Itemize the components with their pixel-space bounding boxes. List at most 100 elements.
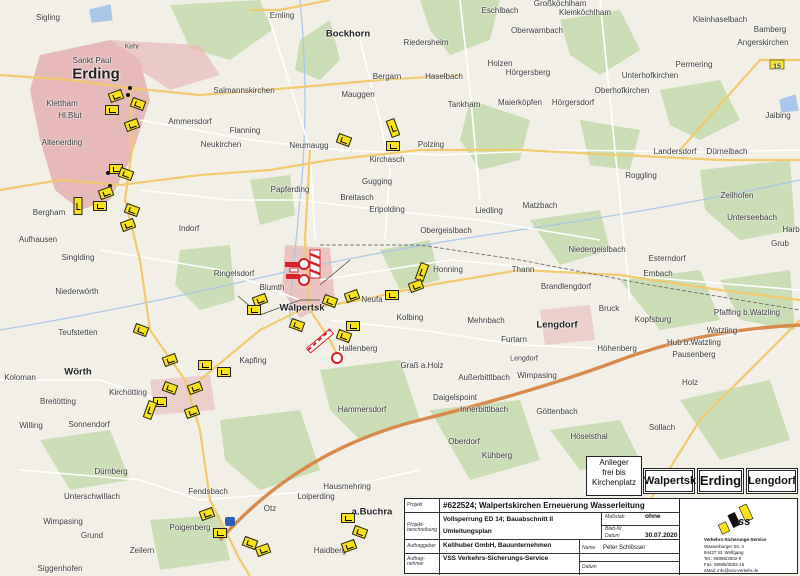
projekt-value: #622524; Walpertskirchen Erneuerung Wass… xyxy=(443,501,645,510)
place-label-altenerding: Altenerding xyxy=(41,138,83,147)
company-name: Verkehrs-Sicherungs-Service xyxy=(704,537,767,542)
place-label-lengdorf: Lengdorf xyxy=(536,319,578,331)
place-label-hoehenberg: Höhenberg xyxy=(597,344,637,353)
place-label-hl-blut: Hl.Blut xyxy=(58,111,82,120)
anlieger-line-1: Anlieger xyxy=(599,458,629,467)
place-label-grosskoechlham: Großköchlham xyxy=(533,0,587,8)
name-label: Name xyxy=(582,545,596,551)
motorway-shield xyxy=(225,517,235,526)
place-label-kleinkoechlham: Kleinköchlham xyxy=(558,8,612,17)
place-label-unterhofkirchen: Unterhofkirchen xyxy=(621,71,679,80)
place-label-roggling: Roggling xyxy=(625,171,657,180)
place-label-bergham: Bergham xyxy=(32,208,66,217)
place-label-hammersdorf: Hammersdorf xyxy=(337,405,387,414)
anlieger-frei-panel: Anlieger frei bis Kirchenplatz xyxy=(586,456,642,496)
place-label-teufstetten: Teufstetten xyxy=(58,328,98,337)
destination-panel-walpertsk: Walpertsk. xyxy=(643,468,699,494)
place-label-bergarn: Bergarn xyxy=(372,72,402,81)
place-label-embach: Embach xyxy=(643,269,673,278)
place-label-erding: Erding xyxy=(72,65,120,83)
beschreibung-line-2: Umleitungsplan xyxy=(443,528,492,535)
detour-arrow-sign-icon xyxy=(93,201,107,211)
destination-panel-lengdorf: Lengdorf xyxy=(746,468,798,494)
place-label-polzing: Polzing xyxy=(417,140,445,149)
place-label-willing: Willing xyxy=(19,421,43,430)
place-label-gugging: Gugging xyxy=(361,177,393,186)
detour-arrow-sign-icon xyxy=(213,528,227,538)
datum2-label: Datum xyxy=(582,564,597,570)
place-label-lengdorf-sm: Lengdorf xyxy=(510,355,538,363)
datum-value: 30.07.2020 xyxy=(645,532,678,539)
place-label-jaibing: Jaibing xyxy=(765,111,791,120)
place-label-a-buchrain: a.Buchra xyxy=(351,506,393,518)
place-label-hallenberg: Hallenberg xyxy=(338,344,378,353)
blatt-label: Blatt-Nr. xyxy=(605,526,624,532)
place-label-thann: Thann xyxy=(511,265,535,274)
place-label-sollach: Sollach xyxy=(648,423,676,432)
logo-text: vss xyxy=(732,516,750,528)
auftragnehmer-label: Auftrag-nehmer xyxy=(407,556,425,567)
place-label-grass-a-holz: Graß a.Holz xyxy=(400,361,444,370)
place-label-ammersdorf: Ammersdorf xyxy=(168,117,212,126)
place-label-hoergersdorf: Hörgersdorf xyxy=(551,98,595,107)
datum-label: Datum xyxy=(605,533,620,539)
place-label-hub-b-watzling: Hub b.Watzling xyxy=(667,338,721,347)
place-label-kleinhaselbach: Kleinhaselbach xyxy=(692,15,748,24)
place-label-sankt-paul: Sankt Paul xyxy=(72,56,112,65)
place-label-loiperding: Loiperding xyxy=(297,492,335,501)
place-label-papferding: Papferding xyxy=(270,185,310,194)
place-label-zeilern: Zeilern xyxy=(129,546,155,555)
auftraggeber-label: Auftraggeber xyxy=(407,543,436,549)
place-label-mehnbach: Mehnbach xyxy=(467,316,505,325)
place-label-maierkoepfen: Maierköpfen xyxy=(497,98,543,107)
place-label-indorf: Indorf xyxy=(178,224,200,233)
detour-arrow-sign-icon xyxy=(217,367,231,377)
name-value: Peter Schlösser xyxy=(603,545,646,551)
place-label-ausserbittlbach: Außerbittlbach xyxy=(458,373,510,382)
projekt-label: Projekt xyxy=(407,502,423,508)
place-label-hoeselsthal: Höselsthal xyxy=(570,432,608,441)
place-label-sigling: Sigling xyxy=(35,13,61,22)
massstab-value: ohne xyxy=(645,513,661,520)
detour-arrow-sign-icon xyxy=(386,141,400,151)
place-label-poigenberg: Poigenberg xyxy=(169,523,211,532)
place-label-kopfsburg: Kopfsburg xyxy=(634,315,672,324)
place-label-tankham: Tankham xyxy=(447,100,481,109)
place-label-siggenhofen: Siggenhofen xyxy=(37,564,83,573)
auftraggeber-value: Kellhuber GmbH, Bauunternehmen xyxy=(443,542,552,549)
place-label-ringelsdorf: Ringelsdorf xyxy=(213,269,255,278)
place-label-erlpolding: Erlpolding xyxy=(369,205,405,214)
detour-arrow-sign-icon xyxy=(105,105,119,115)
place-label-duerneibach: Dürneibach xyxy=(706,147,748,156)
place-label-grub: Grub xyxy=(771,239,789,248)
place-label-niedergeislbach: Niedergeislbach xyxy=(568,245,626,254)
auftragnehmer-value: VSS Verkehrs-Sicherungs-Service xyxy=(443,555,549,562)
address-line-1: Wasserburger Str. 4 xyxy=(704,544,744,549)
place-label-breitasch: Breitasch xyxy=(340,193,374,202)
place-label-permering: Permering xyxy=(675,60,713,69)
phone: Tel.: 08085/3002-0 xyxy=(704,556,742,561)
place-label-mauggen: Mauggen xyxy=(341,90,375,99)
detour-arrow-sign-icon xyxy=(198,360,212,370)
place-label-hausmehring: Hausmehring xyxy=(323,482,371,491)
place-label-furtarn: Furtarn xyxy=(501,335,527,344)
route-label-r15: 15 xyxy=(773,63,781,71)
place-label-neufahrn: Neufa xyxy=(361,295,383,304)
place-label-flanning: Flanning xyxy=(229,126,261,135)
place-label-zeilhofen: Zeilhofen xyxy=(720,191,754,200)
place-label-landersdorf: Landersdorf xyxy=(653,147,697,156)
place-label-pausenberg: Pausenberg xyxy=(672,350,716,359)
place-label-blumthal: Blumth xyxy=(259,283,285,292)
address-line-2: 84427 St. Wolfgang xyxy=(704,550,744,555)
place-label-salmannskirchen: Salmannskirchen xyxy=(213,86,275,95)
detour-arrow-sign-icon xyxy=(341,513,355,523)
place-label-matzbach: Matzbach xyxy=(522,201,558,210)
place-label-singlding: Singlding xyxy=(61,253,95,262)
place-label-daigelspoint: Daigelspoint xyxy=(432,393,478,402)
place-label-wimpasing-e: Wimpasing xyxy=(517,371,557,380)
place-label-neukirchen: Neukirchen xyxy=(200,140,242,149)
place-label-otz: Otz xyxy=(263,504,277,513)
place-label-oberhofkirchen: Oberhofkirchen xyxy=(594,86,650,95)
place-label-emling: Emling xyxy=(269,11,295,20)
place-label-esterndorf: Esterndorf xyxy=(648,254,686,263)
